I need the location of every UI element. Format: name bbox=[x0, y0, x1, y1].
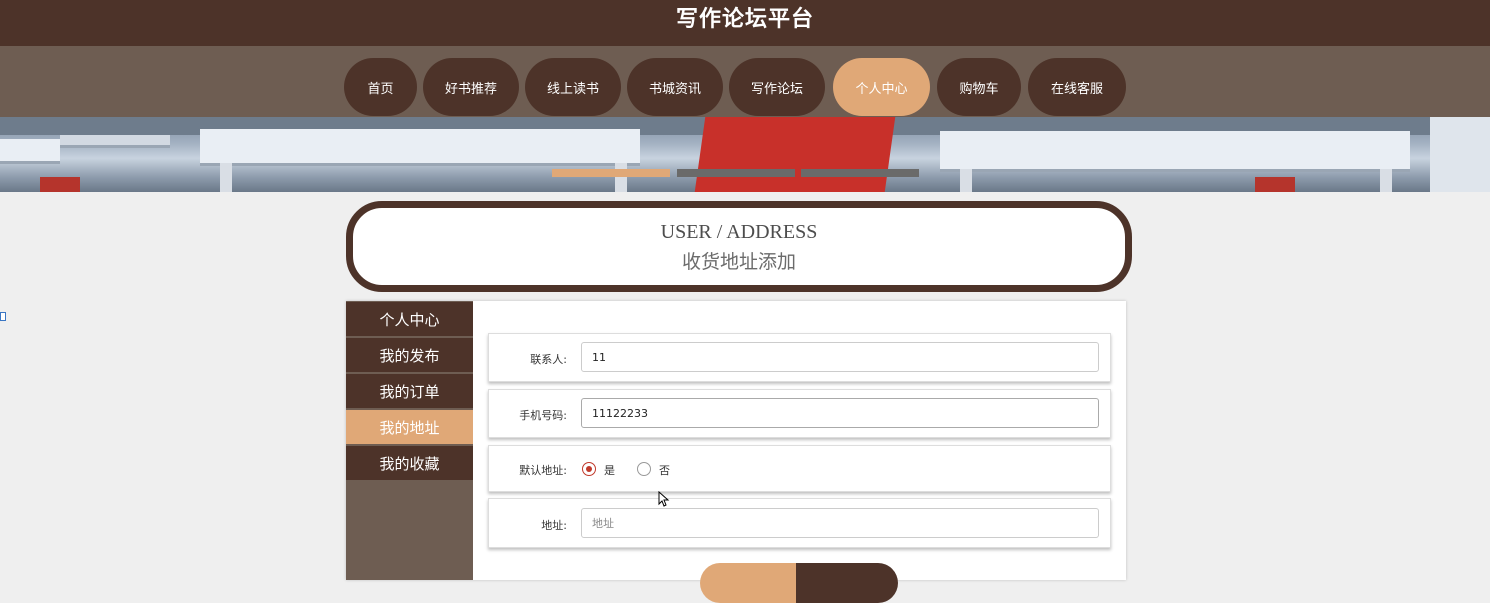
radio-default-no[interactable] bbox=[637, 462, 651, 476]
sidebar-item-my-favorites[interactable]: 我的收藏 bbox=[346, 446, 473, 480]
address-input[interactable]: 地址 bbox=[581, 508, 1099, 538]
radio-default-yes[interactable] bbox=[582, 462, 596, 476]
page-title-cn: 收货地址添加 bbox=[681, 251, 796, 273]
form-row-default-address: 默认地址: 是 否 bbox=[488, 445, 1111, 492]
banner-desk bbox=[0, 139, 60, 161]
main-nav: 首页 好书推荐 线上读书 书城资讯 写作论坛 个人中心 购物车 在线客服 bbox=[0, 46, 1490, 117]
nav-item-writing-forum[interactable]: 写作论坛 bbox=[729, 58, 825, 116]
form-row-address: 地址: 地址 bbox=[488, 498, 1111, 548]
nav-item-shopping-cart[interactable]: 购物车 bbox=[937, 58, 1021, 116]
carousel-dot-3[interactable] bbox=[801, 169, 919, 177]
banner-desk bbox=[940, 131, 1410, 169]
phone-label: 手机号码: bbox=[519, 409, 567, 422]
form-row-contact: 联系人: 11 bbox=[488, 333, 1111, 382]
submit-button[interactable] bbox=[700, 563, 796, 603]
banner-red-block bbox=[40, 177, 80, 192]
user-sidebar: 个人中心 我的发布 我的订单 我的地址 我的收藏 bbox=[346, 301, 473, 580]
radio-no-label: 否 bbox=[659, 464, 670, 477]
sidebar-item-my-orders[interactable]: 我的订单 bbox=[346, 374, 473, 408]
contact-input[interactable]: 11 bbox=[581, 342, 1099, 372]
banner-desk-leg bbox=[615, 163, 627, 192]
contact-label: 联系人: bbox=[530, 353, 567, 366]
carousel-dot-1[interactable] bbox=[552, 169, 670, 177]
content-panel: 个人中心 我的发布 我的订单 我的地址 我的收藏 联系人: 11 手机号码: 1… bbox=[346, 301, 1126, 603]
banner-desk bbox=[200, 129, 640, 163]
banner-desk-leg bbox=[960, 169, 972, 192]
nav-item-personal-center[interactable]: 个人中心 bbox=[833, 58, 930, 116]
site-header: 写作论坛平台 bbox=[0, 0, 1490, 46]
banner-desk bbox=[60, 135, 170, 145]
default-address-label: 默认地址: bbox=[519, 464, 567, 477]
sidebar-item-my-posts[interactable]: 我的发布 bbox=[346, 338, 473, 372]
mouse-cursor-icon bbox=[658, 491, 670, 507]
banner-red-block bbox=[1255, 177, 1295, 192]
nav-item-book-recommend[interactable]: 好书推荐 bbox=[423, 58, 519, 116]
banner-carousel bbox=[0, 117, 1490, 192]
reset-button[interactable] bbox=[796, 563, 898, 603]
carousel-dot-2[interactable] bbox=[677, 169, 795, 177]
radio-yes-label: 是 bbox=[604, 464, 615, 477]
banner-carpet bbox=[694, 117, 896, 192]
banner-desk-leg bbox=[220, 163, 232, 192]
banner-desk-leg bbox=[1380, 169, 1392, 192]
nav-item-home[interactable]: 首页 bbox=[344, 58, 417, 116]
address-label: 地址: bbox=[541, 519, 567, 532]
nav-item-bookstore-news[interactable]: 书城资讯 bbox=[627, 58, 723, 116]
sidebar-item-my-address[interactable]: 我的地址 bbox=[346, 410, 473, 444]
sidebar-item-personal-center[interactable]: 个人中心 bbox=[346, 302, 473, 336]
nav-item-online-reading[interactable]: 线上读书 bbox=[525, 58, 621, 116]
banner-desk bbox=[1430, 117, 1490, 192]
site-title: 写作论坛平台 bbox=[675, 7, 814, 32]
phone-input[interactable]: 11122233 bbox=[581, 398, 1099, 428]
window-edge-marker bbox=[0, 312, 6, 321]
nav-item-online-service[interactable]: 在线客服 bbox=[1028, 58, 1126, 116]
page-title-en: USER / ADDRESS bbox=[660, 221, 818, 243]
page-title-box: USER / ADDRESS 收货地址添加 bbox=[346, 201, 1132, 292]
form-row-phone: 手机号码: 11122233 bbox=[488, 389, 1111, 438]
